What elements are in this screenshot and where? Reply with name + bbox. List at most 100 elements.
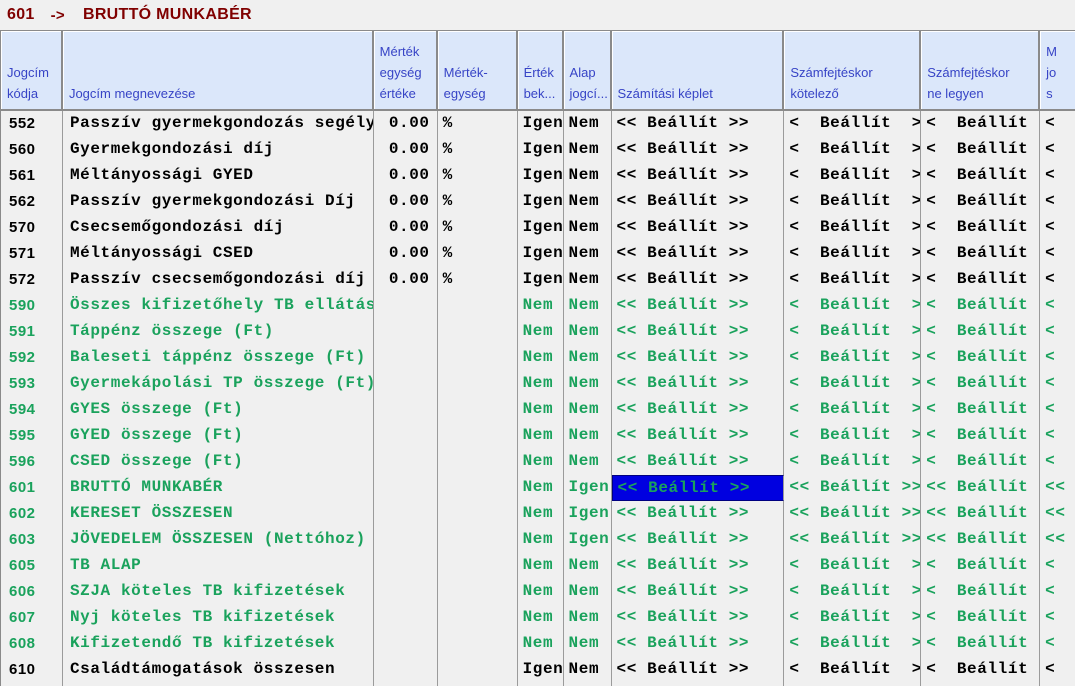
- code-cell[interactable]: 593: [1, 371, 63, 397]
- ne-legyen-set-button[interactable]: < Beállít >: [921, 657, 1040, 683]
- ne-legyen-set-button[interactable]: < Beállít >: [921, 189, 1040, 215]
- kotelezo-set-button[interactable]: << Beállít >>: [784, 501, 921, 527]
- alap-jogci-cell[interactable]: Nem: [564, 319, 612, 345]
- name-cell[interactable]: Méltányossági CSED: [63, 241, 374, 267]
- code-cell[interactable]: 595: [1, 423, 63, 449]
- szamitasi-set-button[interactable]: << Beállít >>: [612, 111, 785, 137]
- ne-legyen-set-button[interactable]: << Beállít >>: [921, 475, 1040, 501]
- unit-cell[interactable]: [438, 449, 518, 475]
- kotelezo-set-button[interactable]: < Beállít >: [784, 267, 921, 293]
- unit-cell[interactable]: [438, 293, 518, 319]
- name-cell[interactable]: Táppénz összege (Ft): [63, 319, 374, 345]
- unit-cell[interactable]: [438, 579, 518, 605]
- code-cell[interactable]: 570: [1, 215, 63, 241]
- szamitasi-set-button[interactable]: << Beállít >>: [612, 657, 785, 683]
- unit-cell[interactable]: [438, 475, 518, 501]
- alap-jogci-cell[interactable]: Nem: [564, 371, 612, 397]
- unit-cell[interactable]: %: [438, 241, 518, 267]
- extra-set-button[interactable]: < Beállít >: [1040, 553, 1075, 579]
- code-cell[interactable]: 605: [1, 553, 63, 579]
- extra-set-button[interactable]: << Beállít >>: [1040, 475, 1075, 501]
- szamitasi-set-button[interactable]: << Beállít >>: [612, 241, 785, 267]
- unit-cell[interactable]: [438, 371, 518, 397]
- ertek-bek-cell[interactable]: Igen: [518, 215, 564, 241]
- name-cell[interactable]: Méltányossági GYED: [63, 163, 374, 189]
- value-cell[interactable]: [374, 605, 438, 631]
- value-cell[interactable]: 0.00: [374, 241, 438, 267]
- kotelezo-set-button[interactable]: < Beállít >: [784, 293, 921, 319]
- alap-jogci-cell[interactable]: Nem: [564, 605, 612, 631]
- value-cell[interactable]: [374, 449, 438, 475]
- unit-cell[interactable]: [438, 501, 518, 527]
- szamitasi-set-button[interactable]: << Beállít >>: [612, 137, 785, 163]
- value-cell[interactable]: 0.00: [374, 215, 438, 241]
- alap-jogci-cell[interactable]: Nem: [564, 137, 612, 163]
- name-cell[interactable]: Passzív gyermekgondozás segély: [63, 111, 374, 137]
- extra-set-button[interactable]: < Beállít >: [1040, 267, 1075, 293]
- ertek-bek-cell[interactable]: Nem: [518, 345, 564, 371]
- value-cell[interactable]: [374, 293, 438, 319]
- name-cell[interactable]: Családtámogatások összesen: [63, 657, 374, 683]
- ertek-bek-cell[interactable]: Nem: [518, 579, 564, 605]
- alap-jogci-cell[interactable]: Nem: [564, 631, 612, 657]
- ne-legyen-set-button[interactable]: < Beállít >: [921, 553, 1040, 579]
- name-cell[interactable]: GYED összege (Ft): [63, 423, 374, 449]
- name-cell[interactable]: JÖVEDELEM ÖSSZESEN (Nettóhoz): [63, 527, 374, 553]
- code-cell[interactable]: 607: [1, 605, 63, 631]
- unit-cell[interactable]: %: [438, 137, 518, 163]
- value-cell[interactable]: 0.00: [374, 267, 438, 293]
- kotelezo-set-button[interactable]: < Beállít >: [784, 397, 921, 423]
- extra-set-button[interactable]: < Beállít >: [1040, 579, 1075, 605]
- kotelezo-set-button[interactable]: < Beállít >: [784, 657, 921, 683]
- code-cell[interactable]: 552: [1, 111, 63, 137]
- szamitasi-set-button[interactable]: << Beállít >>: [612, 553, 785, 579]
- kotelezo-set-button[interactable]: < Beállít >: [784, 579, 921, 605]
- ertek-bek-cell[interactable]: Nem: [518, 553, 564, 579]
- szamitasi-set-button[interactable]: << Beállít >>: [612, 605, 785, 631]
- ne-legyen-set-button[interactable]: < Beállít >: [921, 215, 1040, 241]
- code-cell[interactable]: 610: [1, 657, 63, 683]
- extra-set-button[interactable]: < Beállít >: [1040, 319, 1075, 345]
- szamitasi-set-button[interactable]: << Beállít >>: [612, 293, 785, 319]
- ne-legyen-set-button[interactable]: < Beállít >: [921, 345, 1040, 371]
- ertek-bek-cell[interactable]: Igen: [518, 657, 564, 683]
- extra-set-button[interactable]: < Beállít >: [1040, 631, 1075, 657]
- ne-legyen-set-button[interactable]: < Beállít >: [921, 579, 1040, 605]
- kotelezo-set-button[interactable]: < Beállít >: [784, 449, 921, 475]
- ertek-bek-cell[interactable]: Nem: [518, 605, 564, 631]
- szamitasi-set-button[interactable]: << Beállít >>: [612, 267, 785, 293]
- alap-jogci-cell[interactable]: Nem: [564, 345, 612, 371]
- ne-legyen-set-button[interactable]: < Beállít >: [921, 605, 1040, 631]
- szamitasi-set-button[interactable]: << Beállít >>: [612, 189, 785, 215]
- alap-jogci-cell[interactable]: Nem: [564, 449, 612, 475]
- code-cell[interactable]: 606: [1, 579, 63, 605]
- alap-jogci-cell[interactable]: Nem: [564, 215, 612, 241]
- extra-set-button[interactable]: < Beállít >: [1040, 345, 1075, 371]
- alap-jogci-cell[interactable]: Nem: [564, 111, 612, 137]
- ne-legyen-set-button[interactable]: < Beállít >: [921, 163, 1040, 189]
- ne-legyen-set-button[interactable]: < Beállít >: [921, 293, 1040, 319]
- code-cell[interactable]: 591: [1, 319, 63, 345]
- szamitasi-set-button[interactable]: << Beállít >>: [612, 423, 785, 449]
- value-cell[interactable]: 0.00: [374, 137, 438, 163]
- kotelezo-set-button[interactable]: < Beállít >: [784, 605, 921, 631]
- name-cell[interactable]: Nyj köteles TB kifizetések: [63, 605, 374, 631]
- extra-set-button[interactable]: < Beállít >: [1040, 449, 1075, 475]
- kotelezo-set-button[interactable]: < Beállít >: [784, 371, 921, 397]
- extra-set-button[interactable]: << Beállít >>: [1040, 501, 1075, 527]
- code-cell[interactable]: 602: [1, 501, 63, 527]
- kotelezo-set-button[interactable]: < Beállít >: [784, 241, 921, 267]
- kotelezo-set-button[interactable]: < Beállít >: [784, 553, 921, 579]
- value-cell[interactable]: [374, 475, 438, 501]
- ertek-bek-cell[interactable]: Nem: [518, 501, 564, 527]
- ne-legyen-set-button[interactable]: < Beállít >: [921, 241, 1040, 267]
- szamitasi-set-button[interactable]: << Beállít >>: [612, 397, 785, 423]
- kotelezo-set-button[interactable]: < Beállít >: [784, 423, 921, 449]
- unit-cell[interactable]: [438, 631, 518, 657]
- alap-jogci-cell[interactable]: Nem: [564, 267, 612, 293]
- name-cell[interactable]: GYES összege (Ft): [63, 397, 374, 423]
- szamitasi-set-button[interactable]: << Beállít >>: [612, 631, 785, 657]
- code-cell[interactable]: 571: [1, 241, 63, 267]
- extra-set-button[interactable]: < Beállít >: [1040, 423, 1075, 449]
- ertek-bek-cell[interactable]: Nem: [518, 475, 564, 501]
